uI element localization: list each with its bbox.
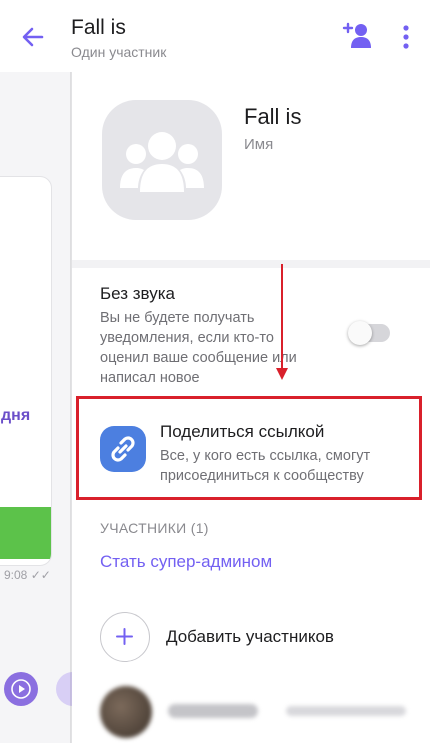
group-name[interactable]: Fall is [244,104,301,130]
members-header: УЧАСТНИКИ (1) [100,520,209,536]
member-role [286,706,406,716]
back-arrow-icon[interactable] [18,22,48,52]
chat-subtitle: Один участник [71,44,167,60]
mute-toggle[interactable] [348,321,390,345]
member-avatar[interactable] [100,686,152,738]
annotation-arrow [281,264,283,374]
chat-message-text: дня [1,407,31,424]
add-members-icon[interactable] [100,612,150,662]
more-options-icon[interactable] [396,22,416,52]
section-divider [72,260,430,268]
chat-message-card: дня [0,176,52,566]
voice-play-icon [4,672,38,706]
add-members-button[interactable]: Добавить участников [166,627,334,647]
mute-title: Без звука [100,284,175,303]
group-people-icon [120,132,204,192]
member-name [168,704,258,718]
app-bar: Fall is Один участник [0,0,430,72]
group-name-label: Имя [244,136,274,153]
chat-background: дня 9:08 ✓✓ [0,72,72,743]
highlight-box [76,396,422,500]
make-super-admin-link[interactable]: Стать супер-админом [100,552,272,572]
add-participant-icon[interactable] [342,20,374,52]
chat-message-button [0,507,51,559]
annotation-arrow-head [276,368,288,380]
group-avatar[interactable] [102,100,222,220]
chat-title[interactable]: Fall is [71,16,126,40]
chat-info-panel: Fall is Имя Без звука Вы не будете получ… [72,72,430,743]
message-time: 9:08 ✓✓ [4,568,51,582]
toggle-knob [348,321,372,345]
